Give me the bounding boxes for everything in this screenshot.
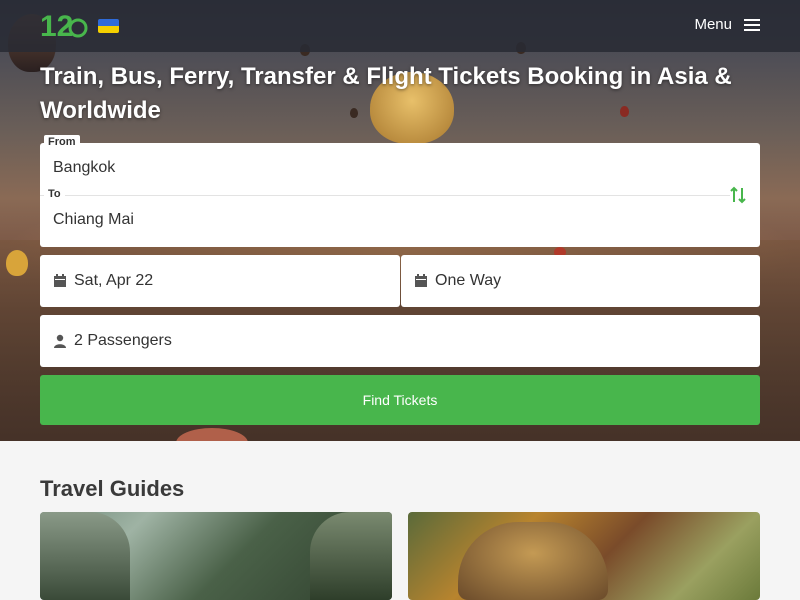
cliff-shape — [40, 512, 130, 600]
route-divider — [40, 195, 730, 196]
ukraine-flag-icon — [98, 19, 119, 33]
swap-arrows-icon[interactable] — [730, 185, 746, 205]
cliff-shape — [310, 512, 392, 600]
to-label: To — [44, 187, 65, 201]
route-selector: From Bangkok To Chiang Mai — [40, 135, 760, 247]
passengers-value: 2 Passengers — [74, 332, 172, 349]
calendar-icon — [54, 274, 66, 287]
menu-label: Menu — [694, 16, 732, 33]
svg-text:12: 12 — [40, 10, 73, 43]
travel-guide-card[interactable] — [40, 512, 392, 600]
hamburger-icon — [744, 18, 760, 31]
user-icon — [54, 334, 66, 348]
statue-shape — [458, 522, 608, 600]
calendar-icon — [415, 274, 427, 287]
date-picker[interactable]: Sat, Apr 22 — [40, 255, 400, 307]
from-input[interactable]: Bangkok — [53, 159, 115, 177]
date-value: Sat, Apr 22 — [74, 272, 154, 289]
travel-guide-card[interactable] — [408, 512, 760, 600]
balloon-decoration — [6, 250, 28, 276]
trip-type-selector[interactable]: One Way — [401, 255, 760, 307]
find-tickets-button[interactable]: Find Tickets — [40, 375, 760, 425]
menu-button[interactable]: Menu — [694, 16, 760, 33]
travel-guides-heading: Travel Guides — [40, 476, 185, 501]
logo-icon[interactable]: 12 — [40, 8, 90, 44]
to-input[interactable]: Chiang Mai — [53, 211, 134, 229]
passengers-selector[interactable]: 2 Passengers — [40, 315, 760, 367]
trip-type-value: One Way — [435, 272, 502, 289]
top-navigation-bar: 12 Menu — [0, 0, 800, 52]
from-label: From — [44, 135, 80, 149]
page-title: Train, Bus, Ferry, Transfer & Flight Tic… — [40, 63, 732, 124]
